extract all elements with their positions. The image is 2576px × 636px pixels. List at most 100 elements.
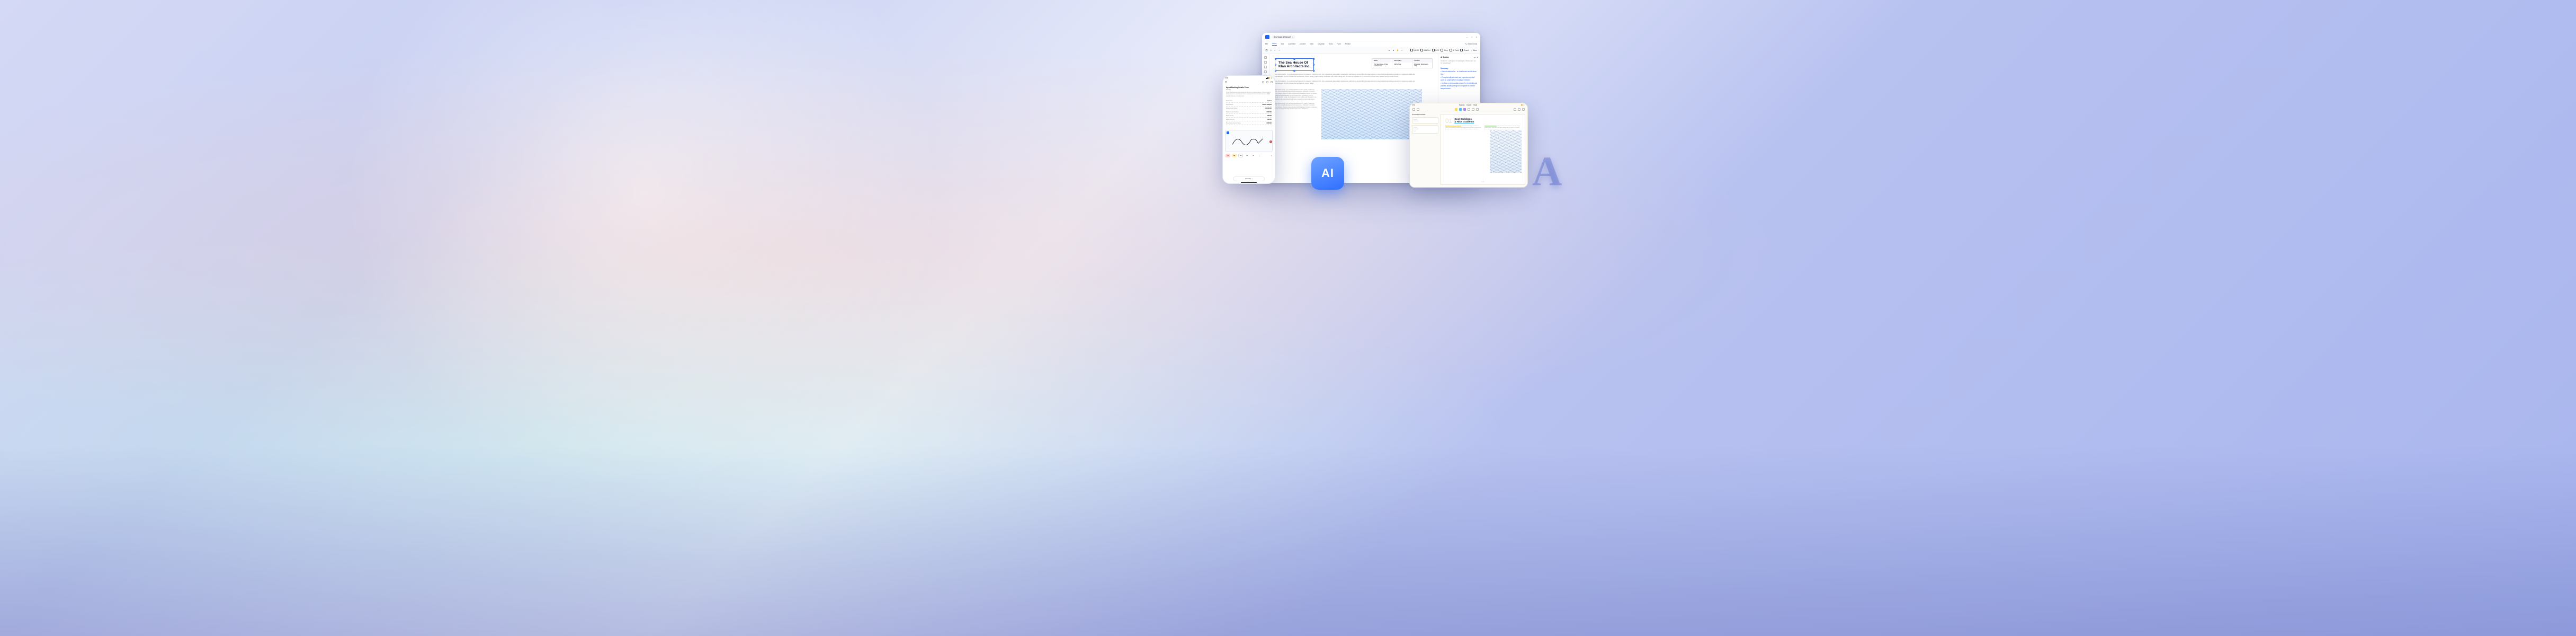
format-highlight-red[interactable]: Aa	[1226, 154, 1230, 157]
menu-protect[interactable]: Protect	[1345, 43, 1350, 45]
search-tools-input[interactable]: 🔍 Search tools	[1465, 43, 1477, 45]
menu-organize[interactable]: Organize	[1318, 43, 1325, 45]
titlebar: Sea House of Klan.pdf × — ▢ ✕	[1262, 33, 1480, 41]
tablet-time: 9:41	[1412, 104, 1415, 106]
search-icon[interactable]	[1266, 81, 1268, 83]
page-thumbnail[interactable]: ▭▭▭▭▭▭▭▭▭	[1412, 125, 1438, 133]
page-thumbnail[interactable]: ▭▭▭▭▭▭▭	[1412, 117, 1438, 123]
menu-edit[interactable]: Edit	[1281, 43, 1284, 45]
bookmarks-icon[interactable]	[1264, 61, 1267, 64]
minimize-icon[interactable]: —	[1466, 36, 1468, 38]
thumbnail-title: To Inventive Concepts	[1412, 114, 1438, 116]
ai-app-icon: AI	[1311, 157, 1344, 190]
phone-mockup: 9:41 📶 🔋 Agent Banking Details Form Dear…	[1222, 75, 1275, 184]
comments-icon[interactable]	[1264, 66, 1267, 68]
format-strikethrough[interactable]: Aa	[1251, 154, 1256, 157]
select-icon[interactable]: ▭	[1401, 49, 1403, 51]
share-icon[interactable]	[1262, 81, 1264, 83]
selected-text-box[interactable]: The Sea House Of Klan Architects Inc.	[1275, 58, 1314, 71]
document-table: Name Area Space Location The Sea House o…	[1372, 58, 1433, 68]
ai-summary-label: Summary	[1441, 67, 1478, 69]
document-title: The Sea House Of Klan Architects Inc.	[1278, 61, 1310, 68]
table-header: Name	[1372, 59, 1392, 63]
tablet-toolbar	[1410, 107, 1527, 112]
table-cell: 33291 Total	[1392, 63, 1412, 68]
phone-statusbar: 9:41 📶 🔋	[1223, 76, 1275, 80]
thumbnails-icon[interactable]	[1264, 56, 1267, 59]
form-title: Agent Banking Details Form	[1226, 86, 1272, 89]
back-icon[interactable]	[1417, 108, 1419, 111]
marker-purple-icon[interactable]	[1463, 108, 1466, 111]
tab-close-icon[interactable]: ×	[1292, 36, 1293, 38]
close-sidebar-icon[interactable]: ✕	[1477, 56, 1478, 58]
zoom-in-icon[interactable]: ⊕	[1392, 49, 1395, 51]
menu-home[interactable]: Home	[1272, 42, 1277, 46]
shapes-icon[interactable]	[1476, 108, 1479, 111]
menu-form[interactable]: Form	[1337, 43, 1340, 45]
tab-organize[interactable]: Organize	[1459, 104, 1464, 106]
print-icon[interactable]: ⎙	[1269, 49, 1272, 51]
menu-view[interactable]: View	[1310, 43, 1313, 45]
undo-icon[interactable]: ↶	[1274, 49, 1276, 51]
add-text-button[interactable]: Add Text	[1420, 49, 1430, 51]
hand-icon[interactable]: ✋	[1397, 49, 1399, 51]
tab-title: Sea House of Klan.pdf	[1274, 36, 1291, 38]
menu-tools[interactable]: Tools	[1329, 43, 1332, 45]
format-highlight-yellow[interactable]: Aa	[1232, 154, 1237, 157]
zoom-out-icon[interactable]: ⊖	[1388, 49, 1391, 51]
attachments-icon[interactable]	[1264, 70, 1267, 73]
document-image	[1321, 89, 1422, 139]
document-paragraph: Klan Architects Inc., is a mid-sized arc…	[1275, 81, 1423, 85]
menubar: File Home Edit Comment Convert View Orga…	[1262, 41, 1480, 47]
home-indicator	[1241, 182, 1257, 183]
page-body-text: Klan Architects Inc., is a mid-sized arc…	[1445, 126, 1520, 130]
minimize-sidebar-icon[interactable]: —	[1474, 56, 1475, 58]
thumbnails-panel: To Inventive Concepts ▭▭▭▭▭▭▭ ▭▭▭▭▭▭▭▭▭	[1410, 112, 1441, 187]
maximize-icon[interactable]: ▢	[1471, 36, 1473, 38]
toolbar: 💾 ⎙ ↶ ↷ ⊖ ⊕ ✋ ▭ Edit All Add Text OCR Cr…	[1262, 47, 1480, 54]
sidebar-toggle-icon[interactable]	[1412, 108, 1415, 111]
more-icon[interactable]	[1522, 108, 1525, 111]
phone-time: 9:41	[1226, 77, 1228, 79]
table-cell: The Sea House of Klan Architects Inc	[1372, 63, 1392, 68]
redo-icon[interactable]: ↷	[1278, 49, 1281, 51]
signal-icon: 📶 🔋	[1266, 77, 1272, 79]
document-column-text: Klan Architects Inc., is a mid-sized arc…	[1275, 89, 1317, 139]
crop-button[interactable]: Crop	[1441, 49, 1447, 51]
close-icon[interactable]: ✕	[1475, 36, 1477, 38]
pen-blue-icon[interactable]	[1459, 108, 1462, 111]
text-tool-icon[interactable]	[1468, 108, 1470, 111]
tab-convert[interactable]: Convert	[1466, 104, 1471, 106]
highlighter-yellow-icon[interactable]	[1455, 108, 1457, 111]
close-button[interactable]: ✕	[1269, 140, 1272, 143]
undo-icon[interactable]	[1514, 108, 1516, 111]
signature-area[interactable]	[1225, 130, 1273, 152]
ocr-button[interactable]: OCR	[1432, 49, 1439, 51]
document-tab[interactable]: Sea House of Klan.pdf ×	[1272, 36, 1295, 39]
more-button[interactable]: ⋮ More	[1471, 49, 1477, 51]
edit-all-button[interactable]: Edit All	[1410, 49, 1419, 51]
ai-tools-button[interactable]: AI Tools	[1450, 49, 1459, 51]
page-view[interactable]: 01 Cool Buildings & Nice Gradients Klan …	[1441, 114, 1525, 185]
pen-tool-icon[interactable]: ✎	[1271, 155, 1272, 157]
tab-cloud[interactable]: Cloud	[1473, 104, 1477, 106]
save-icon[interactable]: 💾	[1265, 49, 1268, 51]
page-image	[1490, 130, 1522, 173]
more-icon[interactable]	[1271, 81, 1273, 83]
ai-summary-list: • Klan Architects Inc., is a mid-sized a…	[1441, 70, 1478, 91]
redo-icon[interactable]	[1518, 108, 1520, 111]
format-underline-teal[interactable]: Aa	[1245, 154, 1249, 157]
ai-intro-text: Hello! I'm Lumi your AI assistant. What …	[1441, 60, 1478, 65]
format-plain[interactable]: Aa	[1238, 154, 1243, 157]
menu-convert[interactable]: Convert	[1300, 43, 1305, 45]
page-title: Cool Buildings & Nice Gradients	[1454, 118, 1474, 123]
comment-button[interactable]: Comment ▾	[1233, 176, 1265, 181]
menu-file[interactable]: File	[1265, 43, 1268, 45]
decorative-letter: A	[1532, 147, 1562, 195]
format-squiggle-icon[interactable]: 〰	[1257, 154, 1262, 157]
menu-icon[interactable]	[1225, 81, 1227, 83]
search-button[interactable]: Search	[1460, 49, 1469, 51]
eraser-icon[interactable]	[1472, 108, 1474, 111]
menu-comment[interactable]: Comment	[1288, 43, 1295, 45]
table-cell: Westwork, Washington, USA	[1412, 63, 1432, 68]
